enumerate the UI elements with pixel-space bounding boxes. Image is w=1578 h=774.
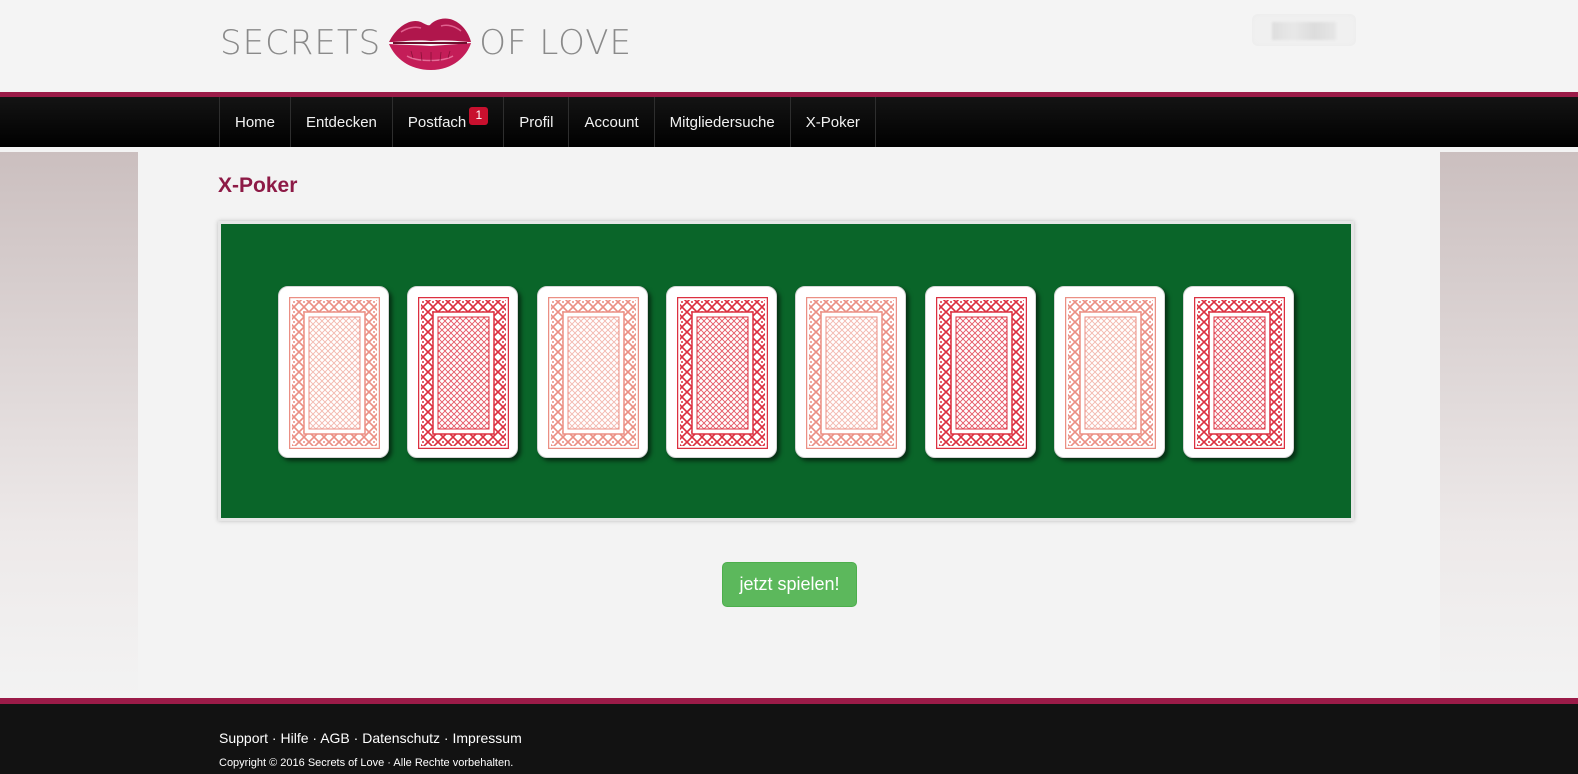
nav-item-label: Profil bbox=[519, 113, 554, 131]
footer-separator: · bbox=[308, 730, 321, 746]
page-title: X-Poker bbox=[218, 174, 298, 197]
card-back-pattern bbox=[1194, 297, 1286, 449]
play-button[interactable]: jetzt spielen! bbox=[722, 562, 857, 607]
site-logo[interactable]: SECRETS OF LOVE bbox=[220, 12, 632, 74]
unread-badge: 1 bbox=[469, 107, 489, 125]
nav-item-label: X-Poker bbox=[805, 113, 860, 131]
footer-link-datenschutz[interactable]: Datenschutz bbox=[362, 730, 440, 746]
card-back[interactable] bbox=[795, 286, 907, 458]
side-panel-left bbox=[0, 152, 138, 698]
poker-table bbox=[218, 221, 1354, 521]
footer-separator: · bbox=[349, 730, 363, 746]
card-back-pattern bbox=[806, 297, 898, 449]
nav-item-profil[interactable]: Profil bbox=[503, 97, 568, 147]
footer-link-hilfe[interactable]: Hilfe bbox=[281, 730, 309, 746]
card-back-pattern bbox=[547, 297, 639, 449]
copyright-text: Copyright © 2016 Secrets of Love · Alle … bbox=[219, 757, 514, 769]
blurred-username bbox=[1272, 22, 1336, 40]
user-menu[interactable] bbox=[1252, 14, 1356, 46]
nav-item-account[interactable]: Account bbox=[568, 97, 653, 147]
footer-link-support[interactable]: Support bbox=[219, 730, 268, 746]
card-back[interactable] bbox=[278, 286, 389, 458]
logo-text-right: OF LOVE bbox=[479, 23, 633, 63]
nav-item-postfach[interactable]: Postfach 1 bbox=[391, 97, 503, 147]
card-back-pattern bbox=[1064, 297, 1156, 449]
nav-item-home[interactable]: Home bbox=[219, 97, 290, 147]
site-footer: Support · Hilfe · AGB · Datenschutz · Im… bbox=[0, 704, 1578, 774]
nav-item-label: Account bbox=[584, 113, 639, 131]
logo-text-left: SECRETS bbox=[220, 23, 382, 63]
main-nav: Home Entdecken Postfach 1 Profil Account … bbox=[0, 97, 1578, 147]
card-back-pattern bbox=[418, 297, 510, 449]
card-back-pattern bbox=[676, 297, 768, 449]
side-panel-right bbox=[1440, 152, 1578, 698]
nav-list: Home Entdecken Postfach 1 Profil Account … bbox=[219, 97, 876, 147]
card-back[interactable] bbox=[1053, 286, 1165, 458]
nav-item-x-poker[interactable]: X-Poker bbox=[789, 97, 876, 147]
footer-separator: · bbox=[268, 730, 281, 746]
footer-link-impressum[interactable]: Impressum bbox=[453, 730, 522, 746]
nav-item-label: Mitgliedersuche bbox=[669, 113, 775, 131]
card-back[interactable] bbox=[1183, 286, 1295, 458]
site-header: SECRETS OF LOVE bbox=[0, 0, 1578, 92]
card-back[interactable] bbox=[665, 286, 777, 458]
nav-item-label: Home bbox=[235, 113, 276, 131]
card-back[interactable] bbox=[407, 286, 519, 458]
card-back-pattern bbox=[935, 297, 1027, 449]
footer-links: Support · Hilfe · AGB · Datenschutz · Im… bbox=[219, 730, 522, 746]
nav-item-label: Entdecken bbox=[306, 113, 377, 131]
footer-link-agb[interactable]: AGB bbox=[320, 730, 350, 746]
lips-icon bbox=[389, 18, 472, 70]
nav-item-entdecken[interactable]: Entdecken bbox=[290, 97, 392, 147]
card-back[interactable] bbox=[536, 286, 648, 458]
nav-item-mitgliedersuche[interactable]: Mitgliedersuche bbox=[653, 97, 790, 147]
nav-item-label: Postfach bbox=[407, 113, 467, 131]
card-back[interactable] bbox=[924, 286, 1036, 458]
footer-separator: · bbox=[440, 730, 453, 746]
card-back-pattern bbox=[289, 297, 380, 449]
